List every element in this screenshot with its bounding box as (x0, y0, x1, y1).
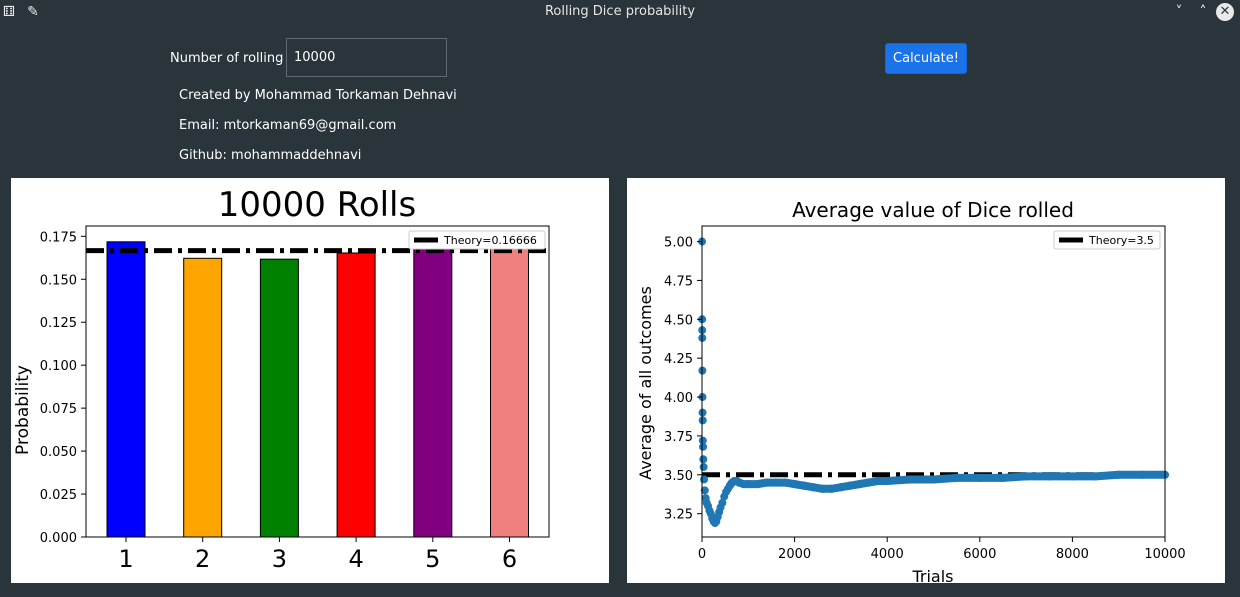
x-tick-label: 5 (425, 545, 440, 573)
y-tick-label: 0.175 (40, 230, 77, 245)
chart-title: 10000 Rolls (218, 185, 416, 225)
rolling-count-input[interactable] (286, 38, 447, 77)
data-point (699, 442, 708, 451)
x-tick-label: 1 (118, 545, 133, 573)
x-tick-label: 2000 (778, 547, 811, 562)
x-tick-label: 10000 (1144, 547, 1185, 562)
plot-frame (85, 225, 550, 538)
data-point (698, 416, 707, 425)
author-credit: Created by Mohammad Torkaman Dehnavi (179, 88, 457, 103)
legend-label: Theory=0.16666 (443, 234, 537, 247)
x-tick-label: 6000 (963, 547, 996, 562)
x-tick-label: 6 (502, 545, 517, 573)
y-tick-label: 5.00 (664, 236, 693, 251)
y-tick-label: 3.75 (664, 430, 693, 445)
x-tick-label: 0 (698, 547, 706, 562)
y-tick-label: 4.25 (664, 352, 693, 367)
y-axis-label: Average of all outcomes (636, 286, 655, 480)
chart-title: Average value of Dice rolled (792, 198, 1074, 222)
bar-6 (490, 248, 529, 538)
probability-bar-chart: 10000 Rolls Probability 1 2 3 4 5 6 0.000 0.025… (13, 185, 550, 573)
x-axis-label: Trials (911, 567, 953, 583)
y-tick-label: 3.50 (664, 469, 693, 484)
x-tick-label: 2 (195, 545, 210, 573)
bar-2 (183, 257, 223, 538)
y-tick-label: 4.75 (664, 274, 693, 289)
bar-5 (413, 242, 453, 538)
title-bar: ⚅ ✎ Rolling Dice probability ˅ ˄ ✕ (0, 0, 1240, 24)
x-tick-label: 8000 (1056, 547, 1089, 562)
y-tick-label: 0.150 (40, 273, 77, 288)
y-tick-label: 3.25 (664, 508, 693, 523)
y-axis-label: Probability (13, 365, 33, 455)
y-tick-label: 4.00 (664, 391, 693, 406)
plot-frame (701, 225, 1166, 538)
close-icon[interactable]: ✕ (1216, 3, 1234, 21)
rolling-label: Number of rolling (170, 51, 284, 66)
x-tick-label: 4 (348, 545, 363, 573)
github-credit: Github: mohammaddehnavi (179, 148, 362, 163)
probability-chart-panel: 10000 Rolls Probability 1 2 3 4 5 6 0.000 0.025… (11, 178, 609, 583)
y-tick-label: 0.000 (40, 531, 77, 546)
bar-3 (259, 258, 299, 538)
legend-label: Theory=3.5 (1088, 234, 1154, 247)
data-point (699, 455, 708, 464)
x-tick-label: 3 (272, 545, 287, 573)
y-tick-label: 0.125 (40, 316, 77, 331)
y-tick-label: 0.050 (40, 445, 77, 460)
bar-4 (336, 252, 376, 538)
maximize-icon[interactable]: ˄ (1194, 3, 1212, 21)
email-credit: Email: mtorkaman69@gmail.com (179, 118, 397, 133)
average-chart-panel: Average value of Dice rolled Trials Aver… (627, 178, 1225, 586)
y-tick-label: 0.075 (40, 402, 77, 417)
average-scatter-chart: Average value of Dice rolled Trials Aver… (636, 198, 1186, 586)
y-tick-label: 4.50 (664, 313, 693, 328)
bar-1 (106, 241, 146, 538)
y-tick-label: 0.100 (40, 359, 77, 374)
y-tick-label: 0.025 (40, 488, 77, 503)
calculate-button[interactable]: Calculate! (885, 43, 967, 74)
x-tick-label: 4000 (871, 547, 904, 562)
data-point (700, 475, 709, 484)
data-point (699, 463, 708, 472)
data-point (698, 408, 707, 417)
minimize-icon[interactable]: ˅ (1170, 3, 1188, 21)
window-title: Rolling Dice probability (544, 4, 696, 19)
